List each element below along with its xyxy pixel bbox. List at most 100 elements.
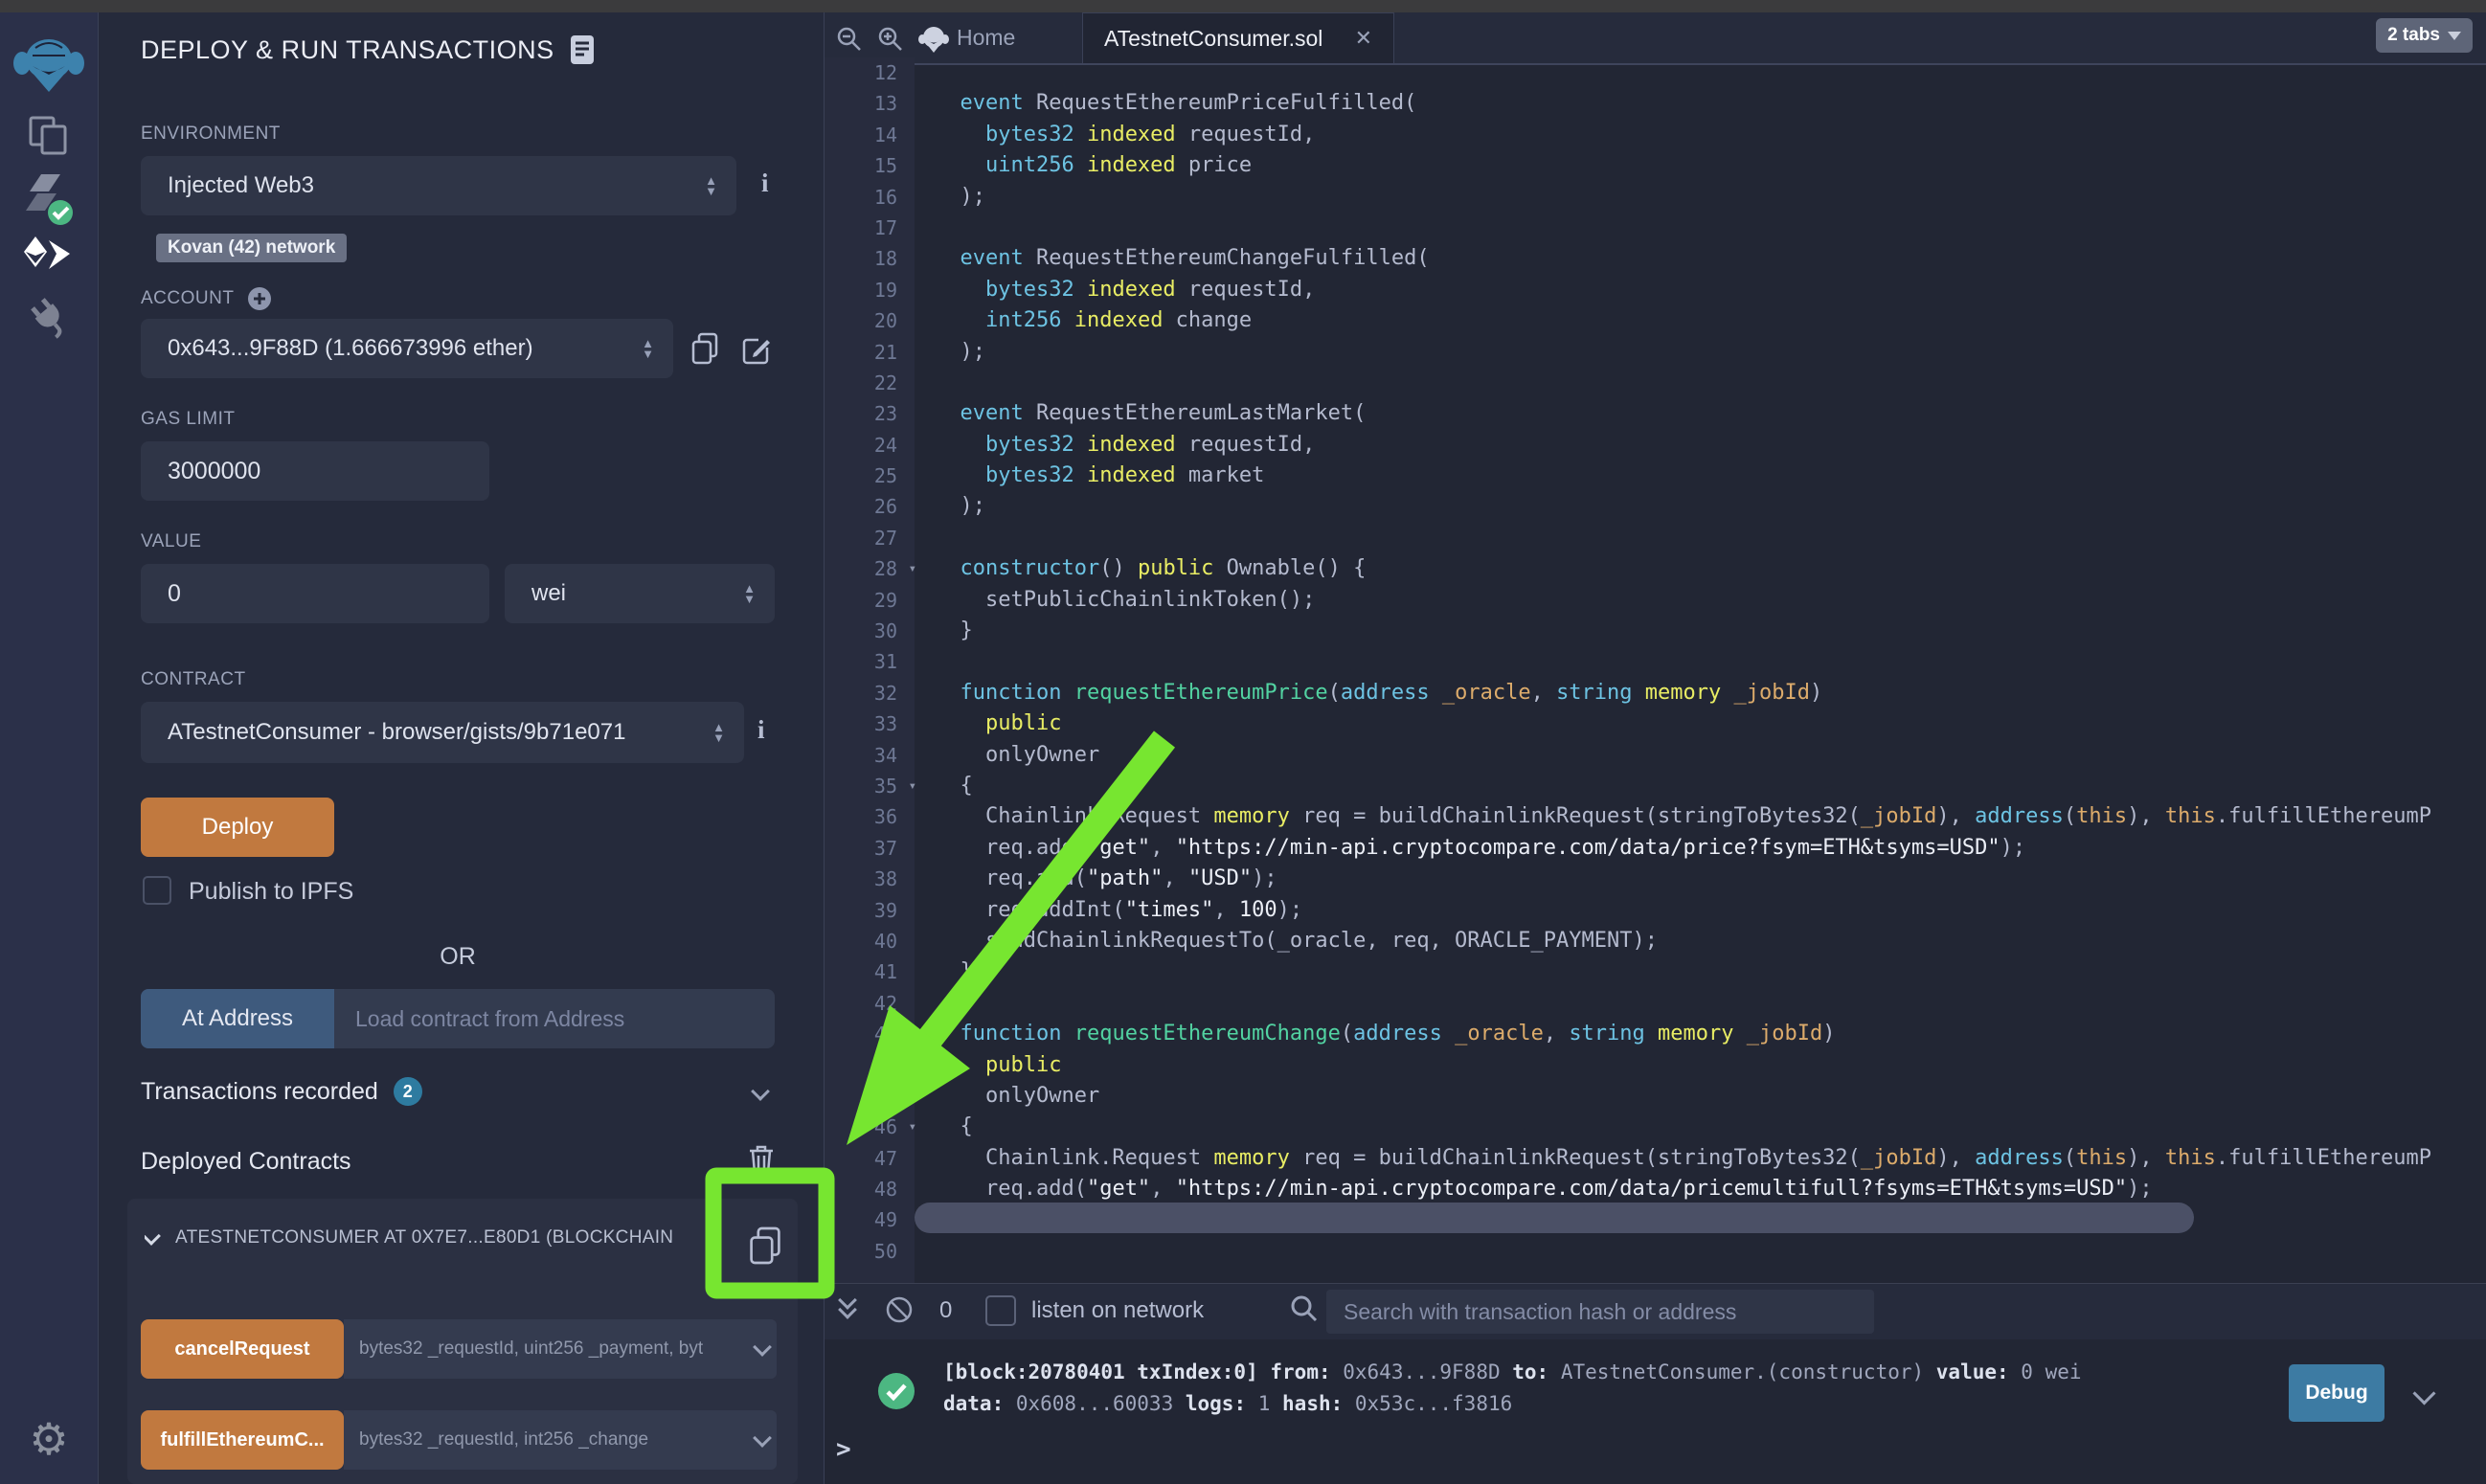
contract-expand-chevron-icon[interactable] xyxy=(145,1227,161,1246)
fold-caret-icon[interactable]: ▾ xyxy=(909,771,916,801)
publish-ipfs-checkbox[interactable] xyxy=(143,876,171,905)
code-line: bytes32 indexed market xyxy=(935,461,2486,491)
activity-bar: ⚙ xyxy=(0,12,99,1484)
editor-code-area[interactable]: event RequestEthereumPriceFulfilled( byt… xyxy=(935,57,2486,1283)
gutter-line: 16 xyxy=(825,182,915,213)
add-account-icon[interactable] xyxy=(247,286,272,311)
log-expand-chevron-icon[interactable] xyxy=(2412,1382,2435,1405)
fold-caret-icon[interactable]: ▾ xyxy=(909,1112,916,1142)
gutter-line: 43 xyxy=(825,1019,915,1049)
transactions-chevron-down-icon[interactable] xyxy=(751,1082,770,1101)
gutter-line: 31 xyxy=(825,646,915,677)
fold-caret-icon[interactable]: ▾ xyxy=(909,553,916,584)
code-line: onlyOwner xyxy=(935,1081,2486,1112)
horizontal-scrollbar[interactable] xyxy=(915,1203,2194,1233)
document-icon[interactable] xyxy=(570,34,595,65)
gutter-line: 33 xyxy=(825,708,915,739)
search-icon xyxy=(1290,1294,1319,1323)
deployed-contract-card: ATESTNETCONSUMER AT 0X7E7...E80D1 (BLOCK… xyxy=(127,1199,798,1484)
log-line: [block:20780401 txIndex:0] from: 0x643..… xyxy=(943,1357,2082,1388)
code-line: public xyxy=(935,708,2486,739)
code-line xyxy=(935,523,2486,553)
log-line: data: 0x608...60033 logs: 1 hash: 0x53c.… xyxy=(943,1388,2082,1420)
transaction-log[interactable]: [block:20780401 txIndex:0] from: 0x643..… xyxy=(943,1357,2082,1420)
remix-logo-icon[interactable] xyxy=(0,30,98,99)
edit-account-icon[interactable] xyxy=(740,334,771,365)
code-line: onlyOwner xyxy=(935,740,2486,771)
zoom-out-icon[interactable] xyxy=(836,26,863,53)
code-editor: Home ATestnetConsumer.sol ✕ 2 tabs 12131… xyxy=(825,12,2486,1283)
gutter-line: 13 xyxy=(825,88,915,119)
gutter-line: 44 xyxy=(825,1050,915,1081)
zoom-in-icon[interactable] xyxy=(877,26,904,53)
terminal-prompt[interactable]: > xyxy=(836,1435,851,1464)
gutter-line: 18 xyxy=(825,243,915,274)
account-select[interactable]: 0x643...9F88D (1.666673996 ether) ▲▼ xyxy=(141,319,673,378)
transactions-recorded-row[interactable]: Transactions recorded 2 xyxy=(141,1077,422,1106)
code-line: event RequestEthereumLastMarket( xyxy=(935,398,2486,429)
transactions-recorded-label: Transactions recorded xyxy=(141,1078,378,1106)
pending-tx-count: 0 xyxy=(939,1297,952,1324)
gutter-line: 45 xyxy=(825,1081,915,1112)
or-divider-label: OR xyxy=(141,943,775,971)
gutter-line: 24 xyxy=(825,430,915,461)
remix-globe-icon[interactable] xyxy=(918,24,949,55)
deploy-button[interactable]: Deploy xyxy=(141,798,334,857)
code-line: uint256 indexed price xyxy=(935,150,2486,181)
fulfillethereumchange-params-input[interactable]: bytes32 _requestId, int256 _change xyxy=(344,1410,777,1470)
gutter-line: 32 xyxy=(825,678,915,708)
gutter-line: 27 xyxy=(825,523,915,553)
code-line: bytes32 indexed requestId, xyxy=(935,275,2486,305)
settings-gear-icon[interactable]: ⚙ xyxy=(0,1410,98,1468)
value-unit-select[interactable]: wei ▲▼ xyxy=(505,564,775,623)
remix-ide-window: ⚙ DEPLOY & RUN TRANSACTIONS ENVIRONMENT … xyxy=(0,0,2486,1484)
tab-home[interactable]: Home xyxy=(957,12,1015,63)
editor-gutter: 1213141516171819202122232425262728▾29303… xyxy=(825,57,915,1283)
gutter-line: 50 xyxy=(825,1236,915,1267)
clear-console-icon[interactable] xyxy=(884,1294,915,1325)
gas-limit-input[interactable]: 3000000 xyxy=(141,441,489,501)
environment-select[interactable]: Injected Web3 ▲▼ xyxy=(141,156,736,215)
gutter-line: 29 xyxy=(825,585,915,616)
trash-icon[interactable] xyxy=(748,1144,775,1175)
code-line: req.addInt("times", 100); xyxy=(935,895,2486,926)
select-arrows-icon: ▲▼ xyxy=(712,722,725,743)
tab-label: ATestnetConsumer.sol xyxy=(1104,26,1322,52)
gutter-line: 47 xyxy=(825,1143,915,1174)
listen-network-checkbox[interactable] xyxy=(985,1295,1016,1326)
code-line xyxy=(935,1236,2486,1267)
deploy-run-icon[interactable] xyxy=(0,231,98,281)
page-title: DEPLOY & RUN TRANSACTIONS xyxy=(141,35,554,65)
at-address-button[interactable]: At Address xyxy=(141,989,334,1048)
cancelrequest-button[interactable]: cancelRequest xyxy=(141,1319,344,1379)
copy-contract-address-icon[interactable] xyxy=(748,1225,782,1266)
deployed-contract-header[interactable]: ATESTNETCONSUMER AT 0X7E7...E80D1 (BLOCK… xyxy=(145,1227,719,1248)
copy-account-icon[interactable] xyxy=(690,332,719,365)
code-line: ); xyxy=(935,182,2486,213)
debug-button[interactable]: Debug xyxy=(2289,1364,2384,1422)
expand-terminal-icon[interactable] xyxy=(841,1293,854,1316)
file-explorer-icon[interactable] xyxy=(0,110,98,160)
contract-info-icon[interactable]: i xyxy=(757,715,765,745)
contract-label: CONTRACT xyxy=(141,669,246,690)
window-top-strip xyxy=(0,0,2486,12)
solidity-compiler-icon[interactable] xyxy=(0,171,98,227)
gutter-line: 26 xyxy=(825,491,915,522)
fulfillethereumchange-button[interactable]: fulfillEthereumC... xyxy=(141,1410,344,1470)
value-input[interactable]: 0 xyxy=(141,564,489,623)
terminal-toolbar: 0 listen on network Search with transact… xyxy=(825,1284,2486,1339)
at-address-input[interactable]: Load contract from Address xyxy=(355,989,624,1048)
publish-ipfs-label: Publish to IPFS xyxy=(189,878,353,906)
tab-atestnetconsumer[interactable]: ATestnetConsumer.sol ✕ xyxy=(1082,12,1394,63)
close-tab-icon[interactable]: ✕ xyxy=(1355,26,1372,51)
gutter-line: 23 xyxy=(825,398,915,429)
tabs-count-dropdown[interactable]: 2 tabs xyxy=(2376,18,2473,53)
plugin-manager-icon[interactable] xyxy=(0,292,98,342)
terminal: 0 listen on network Search with transact… xyxy=(825,1283,2486,1484)
cancelrequest-params-input[interactable]: bytes32 _requestId, uint256 _payment, by… xyxy=(344,1319,777,1379)
gutter-line: 14 xyxy=(825,120,915,150)
environment-info-icon[interactable]: i xyxy=(761,169,769,198)
contract-select[interactable]: ATestnetConsumer - browser/gists/9b71e07… xyxy=(141,702,744,763)
gutter-line: 28▾ xyxy=(825,553,915,584)
terminal-search-input[interactable]: Search with transaction hash or address xyxy=(1326,1290,1874,1334)
